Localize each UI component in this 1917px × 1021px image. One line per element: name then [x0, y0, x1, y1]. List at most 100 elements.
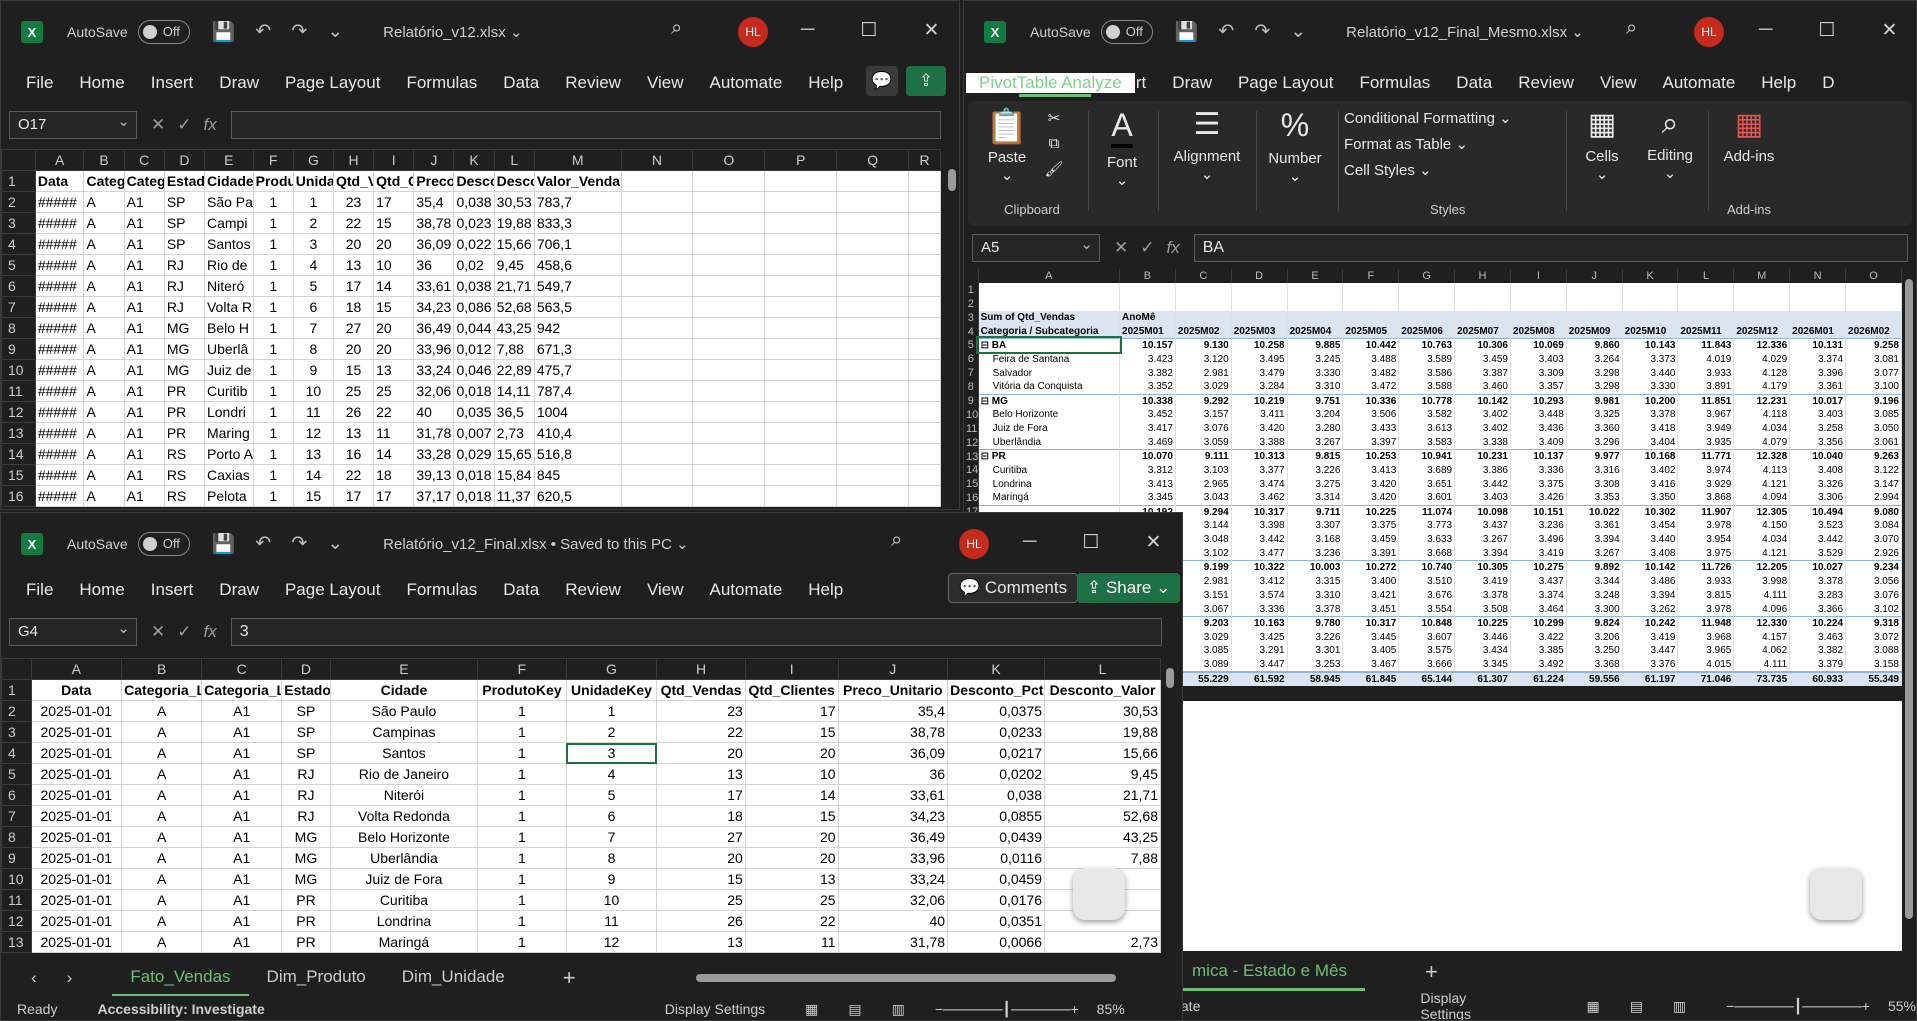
pivot-value[interactable]: 3.446	[1454, 630, 1511, 645]
normal-view-icon[interactable]: ▦	[1586, 998, 1599, 1015]
cell[interactable]	[692, 317, 766, 339]
pivot-value[interactable]: 3.420	[1231, 421, 1288, 436]
pivot-value[interactable]: 11.851	[1677, 393, 1735, 408]
cell[interactable]: Belo Horizonte	[329, 826, 479, 848]
column-header-P[interactable]: P	[764, 149, 838, 171]
cell[interactable]: 0,0233	[947, 721, 1046, 743]
cell[interactable]: 33,96	[837, 847, 949, 869]
pivot-value[interactable]: 10.098	[1454, 504, 1511, 520]
cells-button[interactable]: ▦ Cells ⌄	[1572, 107, 1632, 219]
pivot-value[interactable]: 58.945	[1287, 670, 1344, 686]
cell[interactable]: Qtd_Vendas	[656, 679, 746, 701]
pivot-value[interactable]: 3.338	[1454, 435, 1511, 450]
pivot-value[interactable]: 3.315	[1287, 574, 1344, 589]
pivot-value[interactable]: 3.264	[1566, 352, 1623, 367]
pivot-value[interactable]: 3.447	[1622, 644, 1679, 658]
pivot-value[interactable]: 10.778	[1398, 393, 1456, 408]
cell[interactable]: Unida	[292, 170, 334, 192]
cell[interactable]: A	[121, 847, 203, 869]
cell[interactable]	[908, 401, 941, 423]
cell[interactable]: 0,0202	[947, 763, 1046, 785]
pivot-row-label[interactable]: ⊟ PR	[978, 449, 1121, 464]
pivot-value[interactable]: 3.379	[1789, 657, 1847, 672]
cell[interactable]: Londri	[203, 401, 254, 423]
row-header[interactable]: 5	[964, 338, 979, 353]
pivot-value[interactable]: 10.442	[1342, 337, 1400, 353]
cell[interactable]: A1	[201, 742, 283, 764]
formula-bar[interactable]: 3	[230, 618, 1162, 646]
pivot-value[interactable]: 3.418	[1622, 421, 1679, 436]
fx-icon[interactable]: fx	[204, 115, 217, 135]
pivot-value[interactable]: 3.965	[1677, 644, 1735, 658]
cell[interactable]: MG	[281, 826, 331, 848]
cell[interactable]: 1	[565, 700, 658, 722]
cell[interactable]: 17	[656, 784, 746, 806]
pivot-value[interactable]: 10.302	[1622, 504, 1679, 520]
menu-view[interactable]: View	[1587, 73, 1650, 93]
cell[interactable]: A1	[201, 784, 283, 806]
pivot-value[interactable]: 3.298	[1566, 366, 1623, 381]
cell[interactable]	[764, 212, 838, 234]
cell[interactable]	[908, 359, 941, 381]
pivot-value[interactable]: 3.077	[1845, 366, 1902, 381]
vertical-scrollbar[interactable]	[1902, 269, 1916, 949]
pivot-value[interactable]: 12.330	[1733, 615, 1791, 631]
cell[interactable]: 33,24	[837, 868, 949, 890]
pivot-value[interactable]: 3.043	[1175, 491, 1232, 506]
cell[interactable]: Curitib	[203, 380, 254, 402]
pivot-value[interactable]: 3.375	[1510, 477, 1567, 492]
tab-fato-vendas[interactable]: Fato_Vendas	[112, 959, 249, 997]
pivot-value[interactable]: 12.336	[1733, 337, 1791, 353]
cell[interactable]: 15	[744, 721, 839, 743]
pivot-value[interactable]: 3.394	[1566, 532, 1623, 547]
row-header[interactable]: 13	[1, 422, 36, 444]
cell[interactable]: 458,6	[533, 254, 622, 276]
cell[interactable]: A1	[201, 868, 283, 890]
pivot-value[interactable]: 10.299	[1510, 615, 1567, 631]
cell[interactable]: #####	[34, 443, 85, 465]
cell[interactable]: 4	[292, 254, 334, 276]
cell[interactable]	[836, 170, 910, 192]
add-sheet-icon[interactable]: +	[563, 965, 576, 991]
menu-automate[interactable]: Automate	[697, 580, 796, 600]
cell[interactable]: 2025-01-01	[30, 847, 123, 869]
pivot-value[interactable]: 3.378	[1287, 602, 1344, 617]
cell[interactable]: 2025-01-01	[30, 721, 123, 743]
cell[interactable]: PR	[163, 401, 205, 423]
cell[interactable]: A1	[201, 763, 283, 785]
pivot-value[interactable]: 3.474	[1231, 477, 1288, 492]
cell[interactable]: 9	[292, 359, 334, 381]
cell[interactable]: 13	[292, 443, 334, 465]
pivot-value[interactable]: 10.017	[1789, 393, 1847, 408]
pivot-value[interactable]: 3.400	[1342, 574, 1400, 589]
pivot-value[interactable]: 4.111	[1733, 657, 1791, 672]
cell[interactable]: Categ	[123, 170, 165, 192]
cell[interactable]: 2025-01-01	[30, 910, 123, 932]
cell[interactable]: Cidade	[203, 170, 254, 192]
cell[interactable]: A1	[201, 910, 283, 932]
pivot-value[interactable]: 3.306	[1789, 491, 1847, 506]
normal-view-icon[interactable]: ▦	[805, 1001, 818, 1018]
pivot-value[interactable]: 9.263	[1845, 449, 1902, 464]
pivot-value[interactable]: 3.601	[1398, 491, 1456, 506]
cell[interactable]: 2025-01-01	[30, 889, 123, 911]
pivot-value[interactable]: 3.967	[1677, 407, 1735, 422]
save-icon[interactable]: 💾	[212, 532, 236, 556]
cell[interactable]: 1	[252, 338, 294, 360]
cell[interactable]: A	[83, 380, 125, 402]
cell[interactable]: Juiz de Fora	[329, 868, 479, 890]
column-header-B[interactable]: B	[83, 149, 125, 171]
cell[interactable]: PR	[163, 422, 205, 444]
pivot-value[interactable]: 3.434	[1454, 644, 1511, 658]
pivot-value[interactable]: 3.404	[1622, 435, 1679, 450]
share-button[interactable]: ⇪	[906, 66, 946, 96]
cell[interactable]: #####	[34, 401, 85, 423]
pivot-value[interactable]: 3.413	[1119, 477, 1176, 492]
redo-icon[interactable]: ↷	[291, 20, 307, 44]
cell[interactable]: Desco	[493, 170, 535, 192]
pivot-value[interactable]: 3.226	[1287, 463, 1344, 478]
pivot-value[interactable]: 3.689	[1398, 463, 1456, 478]
cell[interactable]: Desconto_Pct	[947, 679, 1046, 701]
cell[interactable]: 12	[292, 422, 334, 444]
cell[interactable]	[764, 464, 838, 486]
